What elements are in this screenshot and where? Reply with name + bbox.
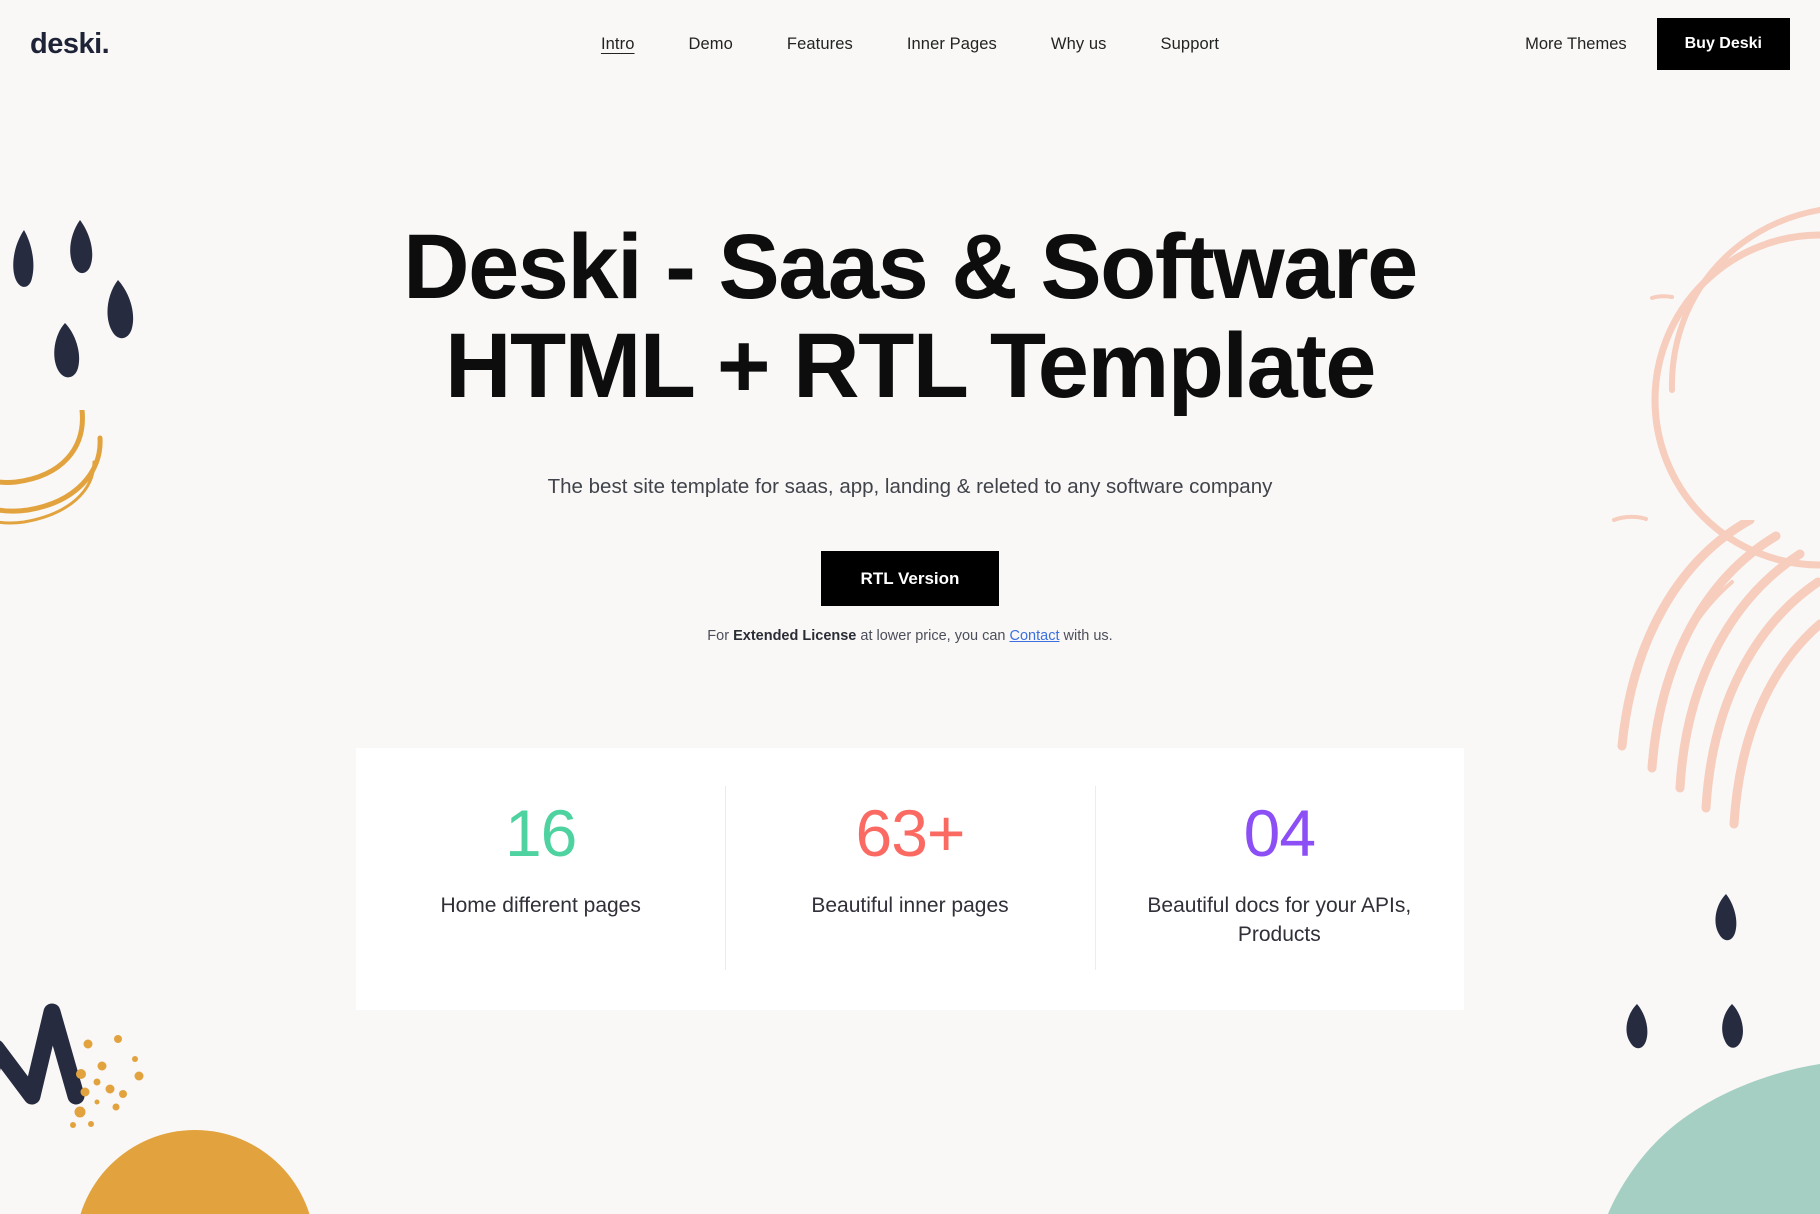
hero-subtitle: The best site template for saas, app, la… bbox=[547, 474, 1273, 498]
stat-label: Beautiful inner pages bbox=[811, 893, 1009, 917]
rtl-version-button[interactable]: RTL Version bbox=[820, 550, 1000, 606]
nav-item-why-us[interactable]: Why us bbox=[1051, 35, 1107, 54]
nav-item-features[interactable]: Features bbox=[787, 35, 853, 54]
site-logo[interactable]: deski. bbox=[30, 28, 330, 61]
stat-number: 16 bbox=[504, 795, 577, 870]
zigzag-line-icon bbox=[0, 1003, 85, 1105]
header-actions: More Themes Buy Deski bbox=[1490, 18, 1790, 70]
stat-number: 04 bbox=[1243, 795, 1316, 870]
page-title-line-2: HTML + RTL Template bbox=[445, 315, 1376, 418]
extended-license-note: For Extended License at lower price, you… bbox=[0, 628, 1820, 644]
note-bold-text: Extended License bbox=[733, 627, 857, 644]
note-prefix: For bbox=[707, 627, 734, 644]
nav-item-demo[interactable]: Demo bbox=[688, 35, 732, 54]
contact-link[interactable]: Contact bbox=[1010, 628, 1060, 644]
note-middle: at lower price, you can bbox=[856, 627, 1010, 644]
stat-item-inner-pages: 63+ Beautiful inner pages bbox=[725, 785, 1094, 970]
more-themes-link[interactable]: More Themes bbox=[1525, 35, 1626, 54]
site-header: deski. Intro Demo Features Inner Pages W… bbox=[0, 0, 1820, 88]
nav-item-support[interactable]: Support bbox=[1161, 35, 1220, 54]
note-suffix: with us. bbox=[1059, 627, 1113, 644]
stat-number: 63+ bbox=[855, 795, 966, 870]
page-title-line-1: Deski - Saas & Software bbox=[403, 216, 1418, 318]
stats-card: 16 Home different pages 63+ Beautiful in… bbox=[356, 747, 1464, 1010]
page-title: Deski - Saas & Software HTML + RTL Templ… bbox=[380, 216, 1440, 418]
stat-label: Home different pages bbox=[440, 893, 641, 917]
nav-item-intro[interactable]: Intro bbox=[601, 35, 635, 54]
buy-deski-button[interactable]: Buy Deski bbox=[1656, 18, 1790, 70]
main-navigation: Intro Demo Features Inner Pages Why us S… bbox=[330, 35, 1490, 54]
orange-dot-scatter-icon bbox=[70, 1035, 144, 1128]
stat-label: Beautiful docs for your APIs, Products bbox=[1147, 893, 1412, 946]
stat-item-docs: 04 Beautiful docs for your APIs, Product… bbox=[1094, 785, 1464, 970]
orange-circle-icon bbox=[80, 1130, 310, 1214]
hero-section: Deski - Saas & Software HTML + RTL Templ… bbox=[0, 88, 1820, 1010]
nav-item-inner-pages[interactable]: Inner Pages bbox=[907, 35, 997, 54]
green-blob-icon bbox=[1608, 1064, 1820, 1214]
stat-item-home-pages: 16 Home different pages bbox=[356, 800, 725, 950]
